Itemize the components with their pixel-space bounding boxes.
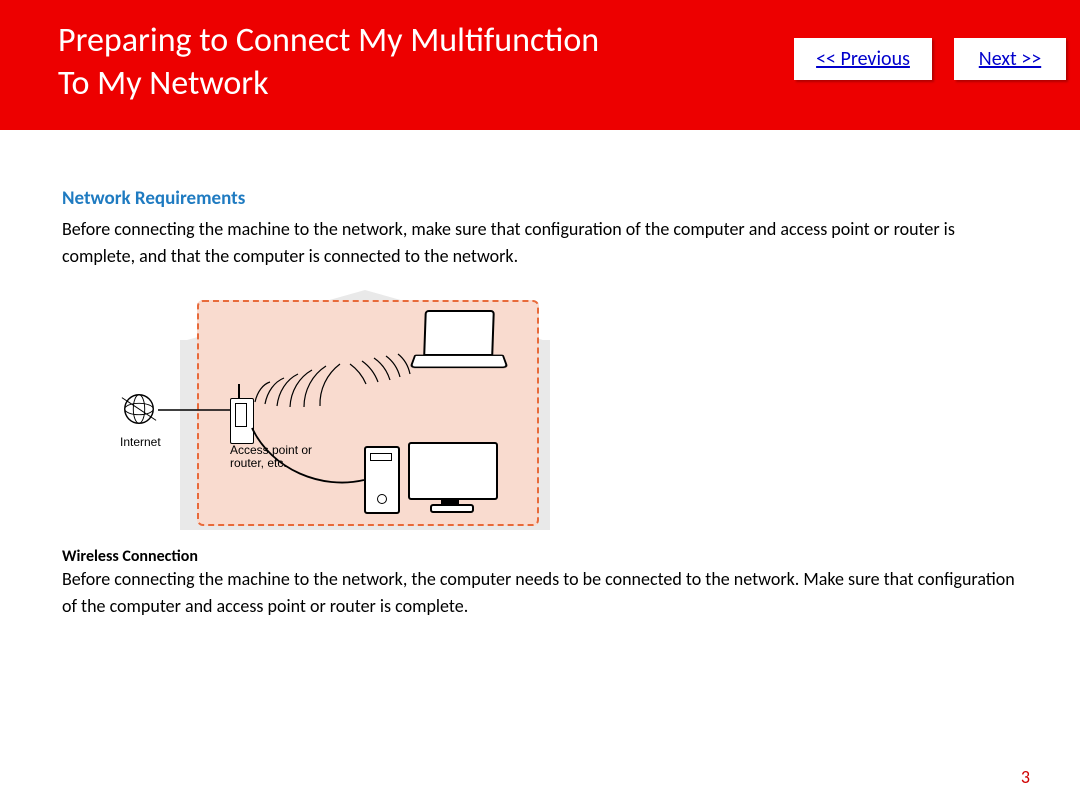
page-title: Preparing to Connect My Multifunction To…	[58, 20, 599, 105]
internet-label: Internet	[120, 435, 161, 449]
access-point-antenna-icon	[238, 384, 240, 398]
access-point-label: Access point or router, etc.	[230, 444, 312, 470]
wireless-body: Before connecting the machine to the net…	[62, 566, 1022, 620]
previous-button[interactable]: << Previous	[794, 38, 932, 80]
section-heading: Network Requirements	[62, 187, 1022, 210]
desktop-tower-icon	[364, 446, 400, 514]
laptop-icon	[412, 310, 502, 370]
monitor-icon	[408, 442, 496, 510]
next-button[interactable]: Next >>	[954, 38, 1066, 80]
wireless-signal-icon	[250, 342, 420, 412]
internet-globe-icon	[120, 390, 158, 428]
network-diagram: Internet Access point or router, etc.	[62, 290, 562, 535]
page-number: 3	[1021, 766, 1030, 788]
header-bar: Preparing to Connect My Multifunction To…	[0, 0, 1080, 130]
wireless-heading: Wireless Connection	[62, 547, 1022, 566]
content-area: Network Requirements Before connecting t…	[62, 187, 1022, 620]
intro-text: Before connecting the machine to the net…	[62, 216, 1022, 270]
